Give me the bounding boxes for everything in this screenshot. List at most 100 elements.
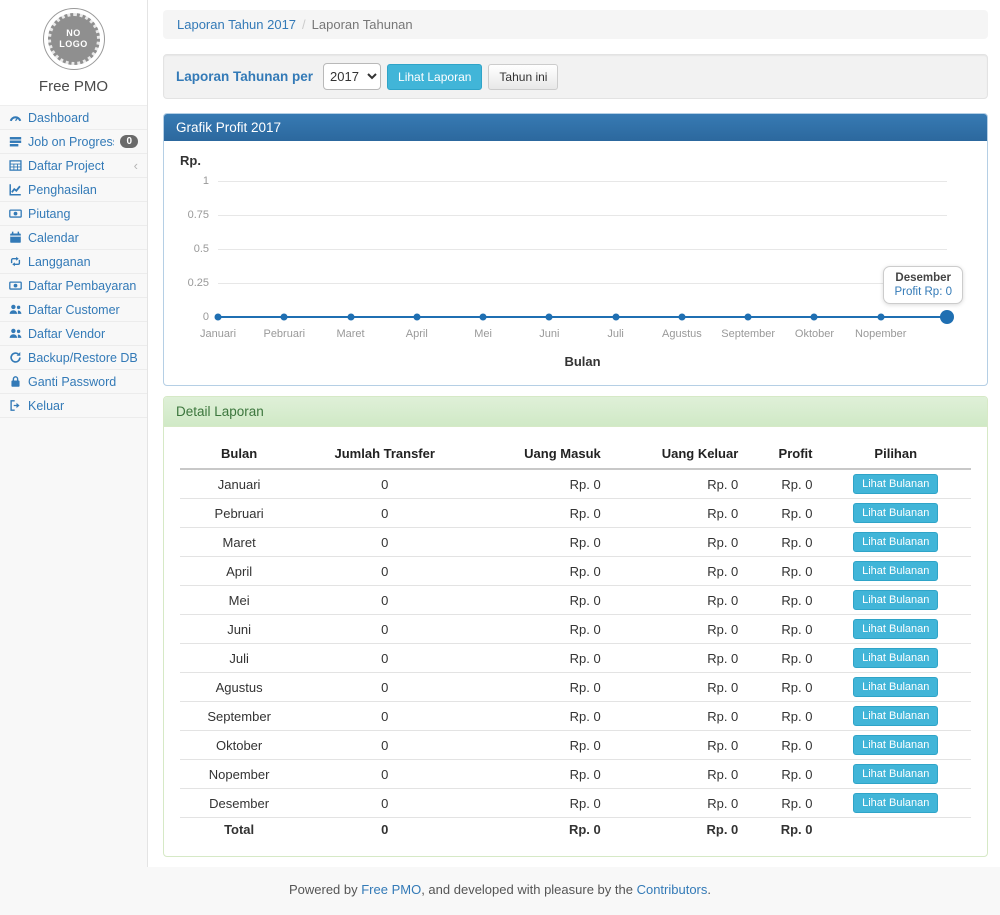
lihat-bulanan-button[interactable]: Lihat Bulanan <box>853 677 938 697</box>
data-point-januari[interactable] <box>215 314 222 321</box>
cell-uang_masuk: Rp. 0 <box>471 818 609 842</box>
sidebar-item-dashboard[interactable]: Dashboard <box>0 106 147 130</box>
cell-profit: Rp. 0 <box>746 760 820 789</box>
sidebar-item-ganti-password[interactable]: Ganti Password <box>0 370 147 394</box>
lihat-bulanan-button[interactable]: Lihat Bulanan <box>853 619 938 639</box>
cell-uang_keluar: Rp. 0 <box>609 760 747 789</box>
cell-pilihan: Lihat Bulanan <box>820 731 971 760</box>
chart-tooltip-title: Desember <box>894 272 952 284</box>
cell-uang_keluar: Rp. 0 <box>609 528 747 557</box>
year-select[interactable]: 2017 <box>323 63 381 90</box>
cell-uang_masuk: Rp. 0 <box>471 731 609 760</box>
sidebar-item-penghasilan[interactable]: Penghasilan <box>0 178 147 202</box>
cell-bulan: Total <box>180 818 298 842</box>
cell-pilihan: Lihat Bulanan <box>820 528 971 557</box>
cell-bulan: Agustus <box>180 673 298 702</box>
chart-x-tick: Januari <box>200 328 236 340</box>
data-point-juni[interactable] <box>546 314 553 321</box>
detail-panel-body: BulanJumlah TransferUang MasukUang Kelua… <box>164 427 987 856</box>
no-logo-seal: NO LOGO <box>43 8 105 70</box>
lihat-bulanan-button[interactable]: Lihat Bulanan <box>853 561 938 581</box>
footer-link-contributors[interactable]: Contributors <box>637 882 708 897</box>
data-point-pebruari[interactable] <box>281 314 288 321</box>
sidebar-item-calendar[interactable]: Calendar <box>0 226 147 250</box>
data-point-april[interactable] <box>413 314 420 321</box>
cell-pilihan: Lihat Bulanan <box>820 760 971 789</box>
cell-uang_keluar: Rp. 0 <box>609 644 747 673</box>
cell-profit: Rp. 0 <box>746 673 820 702</box>
lihat-bulanan-button[interactable]: Lihat Bulanan <box>853 793 938 813</box>
sidebar-item-label: Dashboard <box>28 111 89 125</box>
lihat-bulanan-button[interactable]: Lihat Bulanan <box>853 474 938 494</box>
table-total-row: Total0Rp. 0Rp. 0Rp. 0 <box>180 818 971 842</box>
sidebar-item-label: Daftar Pembayaran <box>28 279 136 293</box>
cell-bulan: April <box>180 557 298 586</box>
cell-uang_keluar: Rp. 0 <box>609 702 747 731</box>
tahun-ini-button[interactable]: Tahun ini <box>488 64 558 90</box>
lihat-bulanan-button[interactable]: Lihat Bulanan <box>853 590 938 610</box>
cell-profit: Rp. 0 <box>746 702 820 731</box>
data-point-juli[interactable] <box>612 314 619 321</box>
data-point-nopember[interactable] <box>877 314 884 321</box>
data-point-mei[interactable] <box>480 314 487 321</box>
cell-jumlah_transfer: 0 <box>298 789 471 818</box>
sidebar-item-label: Daftar Customer <box>28 303 120 317</box>
sidebar-menu: Dashboard Job on Progress 0 Daftar Project‹… <box>0 106 147 418</box>
cell-bulan: September <box>180 702 298 731</box>
sidebar-item-daftar-vendor[interactable]: Daftar Vendor <box>0 322 147 346</box>
sidebar-item-label: Piutang <box>28 207 70 221</box>
sidebar-item-daftar-pembayaran[interactable]: Daftar Pembayaran <box>0 274 147 298</box>
brand-name: Free PMO <box>0 78 147 95</box>
breadcrumb-link-laporan-tahun[interactable]: Laporan Tahun 2017 <box>177 17 296 32</box>
lihat-bulanan-button[interactable]: Lihat Bulanan <box>853 503 938 523</box>
sidebar-item-label: Keluar <box>28 399 64 413</box>
sidebar-item-langganan[interactable]: Langganan <box>0 250 147 274</box>
sidebar-item-label: Job on Progress <box>28 135 114 149</box>
report-table: BulanJumlah TransferUang MasukUang Kelua… <box>180 439 971 842</box>
cell-uang_keluar: Rp. 0 <box>609 615 747 644</box>
sign-out-icon <box>9 399 22 412</box>
data-point-maret[interactable] <box>347 314 354 321</box>
sidebar-item-label: Daftar Vendor <box>28 327 105 341</box>
chart-x-tick: September <box>721 328 775 340</box>
cell-profit: Rp. 0 <box>746 644 820 673</box>
chart-y-axis-title: Rp. <box>180 153 971 168</box>
footer-link-free-pmo[interactable]: Free PMO <box>361 882 421 897</box>
job-count-badge: 0 <box>120 135 138 148</box>
sidebar-item-label: Backup/Restore DB <box>28 351 138 365</box>
cell-pilihan: Lihat Bulanan <box>820 615 971 644</box>
footer-text-middle: , and developed with pleasure by the <box>421 882 636 897</box>
report-table-header-row: BulanJumlah TransferUang MasukUang Kelua… <box>180 439 971 469</box>
lihat-bulanan-button[interactable]: Lihat Bulanan <box>853 764 938 784</box>
cell-profit: Rp. 0 <box>746 469 820 499</box>
lihat-bulanan-button[interactable]: Lihat Bulanan <box>853 706 938 726</box>
cell-jumlah_transfer: 0 <box>298 644 471 673</box>
data-point-september[interactable] <box>745 314 752 321</box>
chart-x-tick: April <box>406 328 428 340</box>
lihat-laporan-button[interactable]: Lihat Laporan <box>387 64 482 90</box>
chart-x-tick: Pebruari <box>263 328 305 340</box>
chart-x-tick: Nopember <box>855 328 906 340</box>
users-icon <box>9 303 22 316</box>
data-point-oktober[interactable] <box>811 314 818 321</box>
lihat-bulanan-button[interactable]: Lihat Bulanan <box>853 532 938 552</box>
breadcrumb-separator: / <box>296 17 312 32</box>
sidebar-item-daftar-project[interactable]: Daftar Project‹ <box>0 154 147 178</box>
tasks-icon <box>9 135 22 148</box>
logo-text-line1: NO <box>66 28 81 39</box>
data-point-agustus[interactable] <box>678 314 685 321</box>
sidebar-item-keluar[interactable]: Keluar <box>0 394 147 418</box>
chart-plot: Desember Profit Rp: 0 00.250.50.751 <box>218 174 947 324</box>
lihat-bulanan-button[interactable]: Lihat Bulanan <box>853 648 938 668</box>
chart-panel-body: Rp. Desember Profit Rp: 0 00.250.50.751 … <box>164 141 987 385</box>
sidebar-item-daftar-customer[interactable]: Daftar Customer <box>0 298 147 322</box>
chart-x-tick: Maret <box>336 328 364 340</box>
sidebar-item-piutang[interactable]: Piutang <box>0 202 147 226</box>
sidebar-item-backup-restore-db[interactable]: Backup/Restore DB <box>0 346 147 370</box>
sidebar-item-job-on-progress[interactable]: Job on Progress 0 <box>0 130 147 154</box>
cell-uang_keluar: Rp. 0 <box>609 673 747 702</box>
chart-tooltip-value: Profit Rp: 0 <box>894 286 952 298</box>
sidebar-item-label: Calendar <box>28 231 79 245</box>
lihat-bulanan-button[interactable]: Lihat Bulanan <box>853 735 938 755</box>
data-point-desember[interactable] <box>940 310 954 324</box>
